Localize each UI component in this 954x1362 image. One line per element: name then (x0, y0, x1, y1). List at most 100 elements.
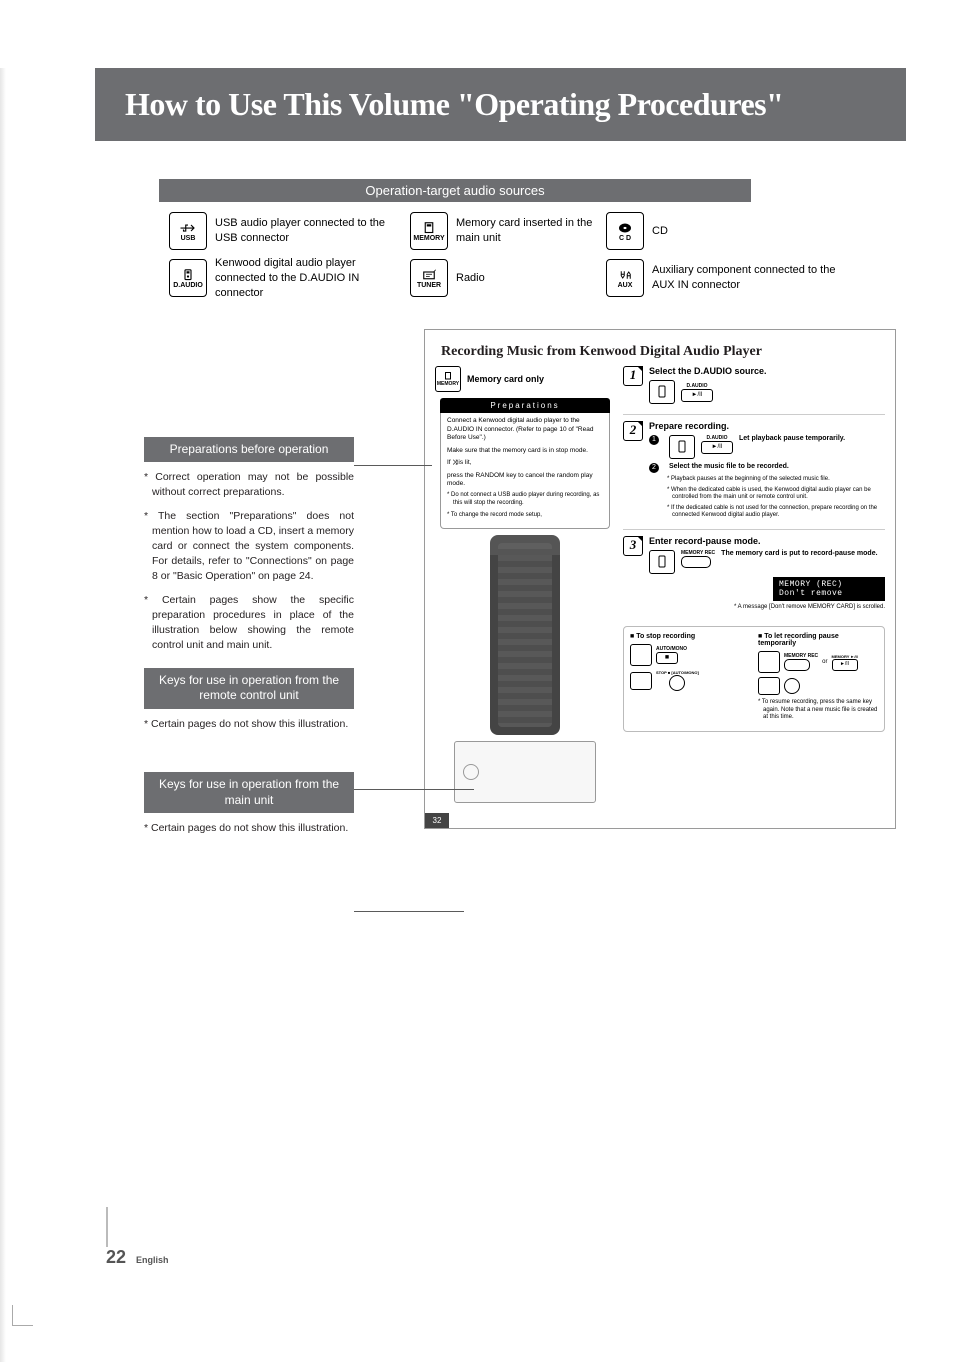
source-text: Memory card inserted in the main unit (456, 216, 600, 246)
right-sample: Recording Music from Kenwood Digital Aud… (404, 329, 906, 829)
crop-mark (12, 1305, 33, 1326)
icon-label: AUX (618, 282, 633, 289)
leader-line (354, 911, 464, 912)
or-label: or (822, 659, 827, 665)
callout-remote-text: * Certain pages do not show this illustr… (144, 717, 354, 732)
source-text: Kenwood digital audio player connected t… (215, 256, 404, 301)
icon-label: MEMORY (413, 235, 444, 242)
sample-left-col: MEMORY Memory card only Preparations Con… (435, 366, 615, 802)
prep-line: Make sure that the memory card is in sto… (447, 447, 603, 455)
source-text: Radio (456, 271, 485, 286)
main-row: Preparations before operation * Correct … (144, 329, 906, 851)
stop-icons: MEMORY REC or MEMORY ►/II ►/II (758, 651, 878, 673)
memory-only-row: MEMORY Memory card only (435, 366, 615, 392)
prep-line: If ⤨ is lit, (447, 459, 603, 467)
daudio-icon (649, 380, 675, 404)
note: * Playback pauses at the beginning of th… (667, 476, 885, 484)
icon-label: MEMORY (437, 381, 459, 387)
device-icon (630, 644, 652, 666)
remote-illustration (490, 535, 560, 735)
substep-text: Select the music file to be recorded. (669, 463, 789, 470)
step-number-2: 2 (623, 421, 643, 441)
tuner-icon: TUNER (410, 259, 448, 297)
memory-icon: MEMORY (435, 366, 461, 392)
sample-page: Recording Music from Kenwood Digital Aud… (424, 329, 896, 829)
device-icon (630, 672, 652, 690)
lcd-display: MEMORY (REC) Don't remove (773, 577, 885, 601)
leader-line (354, 789, 474, 790)
step-icons: MEMORY REC The memory card is put to rec… (649, 550, 885, 574)
rec-button-icon (784, 659, 810, 671)
step-2: 2 Prepare recording. 1 D.AUDIO ►/II (623, 421, 885, 530)
daudio-icon: D.AUDIO (169, 259, 207, 297)
stop-title: To let recording pause temporarily (758, 633, 878, 647)
callout-prep-text: * Correct operation may not be possible … (144, 470, 354, 653)
callout-line: * Correct operation may not be possible … (144, 470, 354, 500)
source-text: USB audio player connected to the USB co… (215, 216, 404, 246)
note: * A message [Don't remove MEMORY CARD] i… (649, 604, 885, 612)
source-daudio: D.AUDIO Kenwood digital audio player con… (169, 256, 404, 301)
prep-header: Preparations (440, 398, 610, 413)
button-label: D.AUDIO (681, 383, 713, 389)
step-number-3: 3 (623, 536, 643, 556)
sources-header: Operation-target audio sources (159, 179, 751, 202)
stop-icon: ■ (656, 652, 678, 664)
main-unit-illustration (454, 741, 596, 803)
sample-body: MEMORY Memory card only Preparations Con… (425, 366, 895, 812)
icon-label: TUNER (417, 282, 441, 289)
substep-text: Let playback pause temporarily. (739, 435, 885, 444)
note: * To resume recording, press the same ke… (758, 699, 878, 722)
step-content: Enter record-pause mode. MEMORY REC The … (649, 536, 885, 615)
stop-notes: * To resume recording, press the same ke… (758, 699, 878, 722)
stop-col-pause: To let recording pause temporarily MEMOR… (758, 633, 878, 725)
play-pause-icon: ►/II (681, 389, 713, 402)
callout-prep-title: Preparations before operation (144, 437, 354, 463)
icon-label: C D (619, 235, 631, 242)
source-cd: C D CD (606, 212, 856, 250)
step-icons: D.AUDIO ►/II (649, 380, 885, 404)
stop-icons (758, 677, 878, 695)
cd-icon: C D (606, 212, 644, 250)
aux-icon: AUX (606, 259, 644, 297)
source-tuner: TUNER Radio (410, 256, 600, 301)
step-title: Prepare recording. (649, 421, 885, 431)
daudio-icon (649, 550, 675, 574)
sample-title: Recording Music from Kenwood Digital Aud… (425, 330, 895, 367)
step-content: Select the D.AUDIO source. D.AUDIO ►/II (649, 366, 885, 408)
callout-line: * The section "Preparations" does not me… (144, 509, 354, 585)
daudio-icon (669, 435, 695, 459)
step-number-1: 1 (623, 366, 643, 386)
button-hint: D.AUDIO ►/II (681, 383, 713, 402)
substep-1: 1 D.AUDIO ►/II Let playback pause tempor… (649, 435, 885, 459)
sample-right-col: 1 Select the D.AUDIO source. D.AUDIO ►/I… (623, 366, 885, 802)
note: * If the dedicated cable is not used for… (667, 505, 885, 520)
prep-note: * To change the record mode setup, (447, 512, 603, 520)
source-aux: AUX Auxiliary component connected to the… (606, 256, 856, 301)
substep-number: 2 (649, 463, 659, 473)
leader-line (354, 465, 432, 466)
page-number: 22 (106, 1247, 126, 1268)
callout-line: * Certain pages do not show this illustr… (144, 717, 354, 732)
step-notes: * Playback pauses at the beginning of th… (649, 476, 885, 520)
substep-number: 1 (649, 435, 659, 445)
memory-icon: MEMORY (410, 212, 448, 250)
prep-note: * Do not connect a USB audio player duri… (447, 492, 603, 508)
page-edge (0, 68, 6, 1362)
page-title: How to Use This Volume "Operating Proced… (95, 68, 906, 141)
round-button-icon (784, 678, 800, 694)
device-icon (758, 677, 780, 695)
step-notes: * A message [Don't remove MEMORY CARD] i… (649, 604, 885, 612)
substep-2: 2 Select the music file to be recorded. (649, 463, 885, 473)
step-3: 3 Enter record-pause mode. MEMORY REC (623, 536, 885, 621)
button-label: MEMORY REC (784, 653, 818, 659)
callout-main-title: Keys for use in operation from the main … (144, 772, 354, 813)
device-icon (758, 651, 780, 673)
button-hint: MEMORY REC (784, 653, 818, 671)
left-callouts: Preparations before operation * Correct … (144, 329, 404, 851)
sources-grid: USB USB audio player connected to the US… (169, 212, 906, 301)
button-hint: MEMORY ►/II ►/II (832, 654, 858, 671)
button-label: MEMORY REC (681, 550, 715, 556)
stop-icons: STOP ■ [AUTO/MONO] (630, 670, 750, 691)
button-hint: AUTO/MONO ■ (656, 646, 687, 664)
display-line: MEMORY (REC) (779, 580, 879, 589)
